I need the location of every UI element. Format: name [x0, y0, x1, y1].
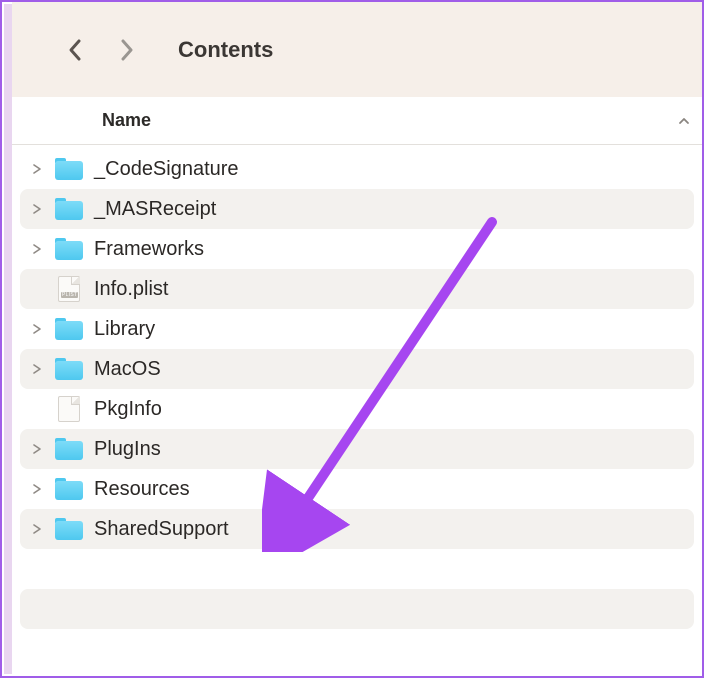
- folder-icon: [52, 198, 86, 220]
- item-name-label: Library: [92, 318, 155, 341]
- chevron-up-icon: [677, 114, 691, 128]
- chevron-right-icon: [32, 243, 42, 255]
- item-name-label: Resources: [92, 478, 190, 501]
- location-title[interactable]: Contents: [178, 37, 273, 63]
- disclosure-triangle[interactable]: [28, 483, 46, 495]
- folder-icon: [52, 518, 86, 540]
- disclosure-triangle[interactable]: [28, 203, 46, 215]
- chevron-right-icon: [32, 323, 42, 335]
- disclosure-triangle[interactable]: [28, 323, 46, 335]
- folder-icon: [52, 438, 86, 460]
- forward-button[interactable]: [112, 35, 142, 65]
- item-name-label: _MASReceipt: [92, 198, 216, 221]
- toolbar: Contents: [12, 2, 702, 97]
- item-name-label: SharedSupport: [92, 518, 229, 541]
- chevron-left-icon: [66, 37, 84, 63]
- list-item[interactable]: PlugIns: [20, 429, 694, 469]
- disclosure-triangle[interactable]: [28, 523, 46, 535]
- chevron-right-icon: [32, 163, 42, 175]
- item-name-label: Info.plist: [92, 278, 168, 301]
- disclosure-triangle[interactable]: [28, 363, 46, 375]
- list-item[interactable]: _MASReceipt: [20, 189, 694, 229]
- list-item[interactable]: PkgInfo: [20, 389, 694, 429]
- column-header-row: Name: [12, 97, 702, 145]
- item-name-label: _CodeSignature: [92, 158, 239, 181]
- back-button[interactable]: [60, 35, 90, 65]
- plist-file-icon: PLIST: [52, 276, 86, 302]
- item-name-label: PlugIns: [92, 438, 161, 461]
- disclosure-triangle[interactable]: [28, 243, 46, 255]
- folder-icon: [52, 478, 86, 500]
- folder-icon: [52, 238, 86, 260]
- folder-icon: [52, 318, 86, 340]
- item-name-label: PkgInfo: [92, 398, 162, 421]
- folder-icon: [52, 158, 86, 180]
- column-header-name[interactable]: Name: [12, 110, 666, 131]
- list-item[interactable]: Library: [20, 309, 694, 349]
- disclosure-triangle[interactable]: [28, 163, 46, 175]
- chevron-right-icon: [32, 363, 42, 375]
- item-name-label: Frameworks: [92, 238, 204, 261]
- window-left-edge: [4, 4, 12, 674]
- file-icon: [52, 396, 86, 422]
- list-item[interactable]: SharedSupport: [20, 509, 694, 549]
- list-item[interactable]: MacOS: [20, 349, 694, 389]
- list-item[interactable]: Resources: [20, 469, 694, 509]
- disclosure-triangle[interactable]: [28, 443, 46, 455]
- empty-row: [20, 589, 694, 629]
- list-item[interactable]: PLIST Info.plist: [20, 269, 694, 309]
- item-name-label: MacOS: [92, 358, 161, 381]
- chevron-right-icon: [32, 443, 42, 455]
- chevron-right-icon: [32, 203, 42, 215]
- list-item[interactable]: _CodeSignature: [20, 149, 694, 189]
- list-item[interactable]: Frameworks: [20, 229, 694, 269]
- sort-indicator[interactable]: [666, 114, 702, 128]
- empty-row: [20, 549, 694, 589]
- chevron-right-icon: [32, 523, 42, 535]
- file-list: _CodeSignature _MASReceipt Frameworks PLIST…: [12, 145, 702, 629]
- chevron-right-icon: [118, 37, 136, 63]
- folder-icon: [52, 358, 86, 380]
- chevron-right-icon: [32, 483, 42, 495]
